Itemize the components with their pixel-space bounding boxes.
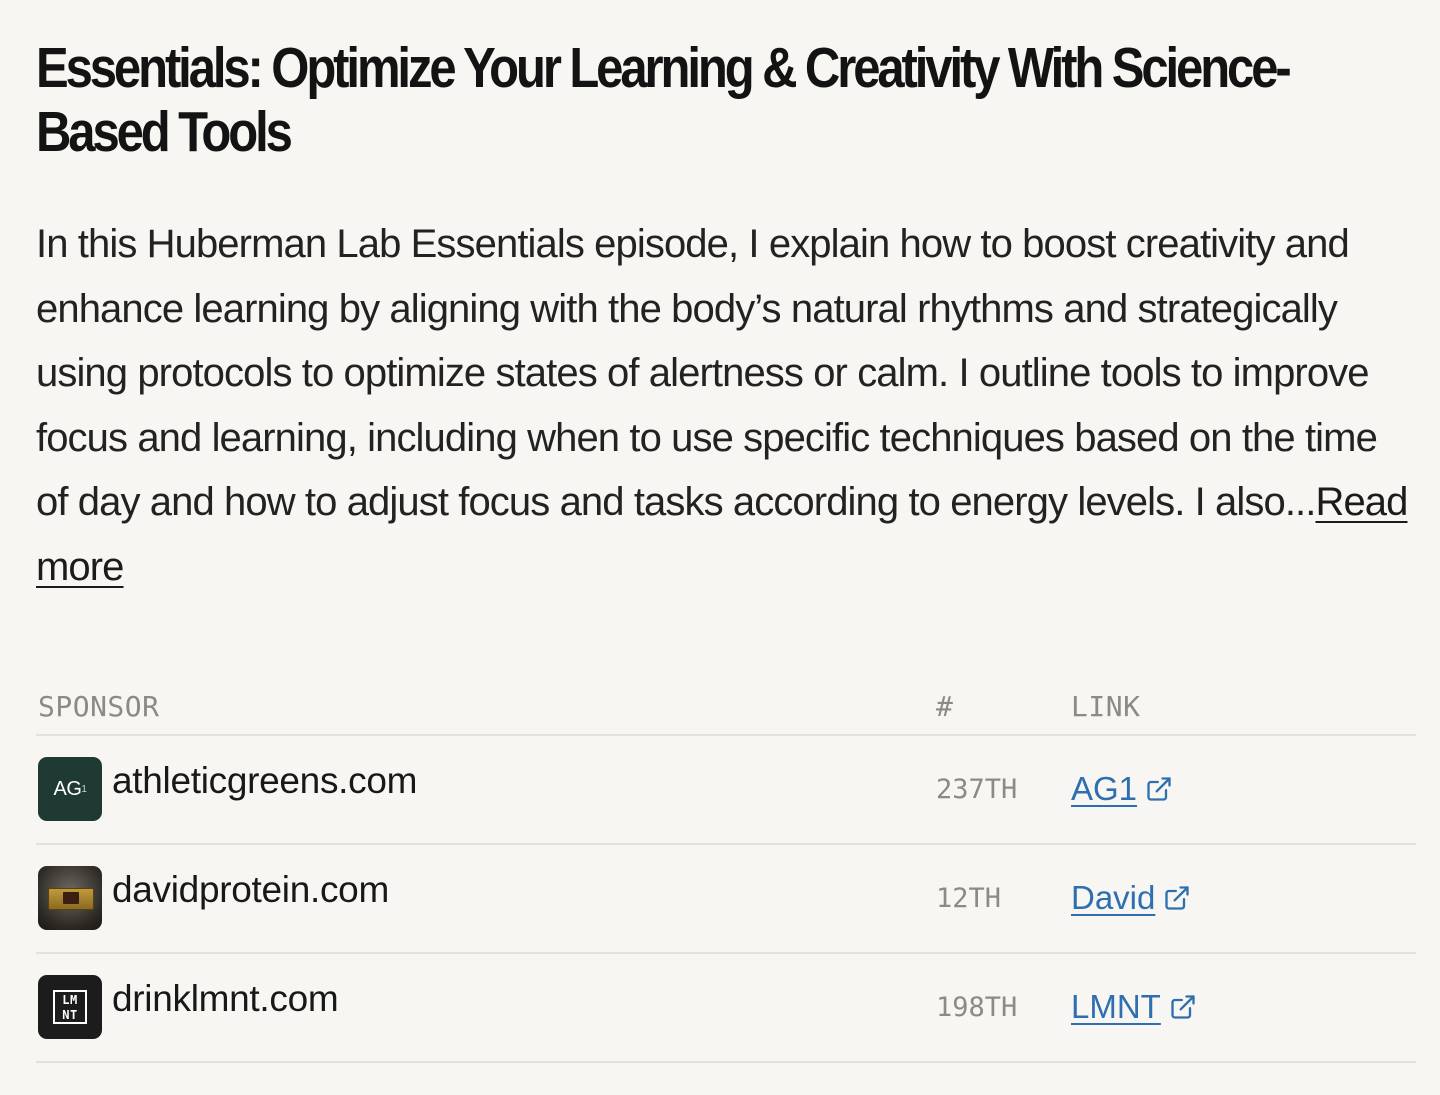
sponsor-link-label: AG1 — [1071, 770, 1138, 807]
sponsor-row: AG 1 athleticgreens.com 237TH AG1 — [36, 736, 1416, 845]
episode-title: Essentials: Optimize Your Learning & Cre… — [36, 36, 1292, 164]
lmnt-logo-mark: LM NT — [53, 990, 87, 1024]
sponsor-row: davidprotein.com 12TH David — [36, 845, 1416, 954]
ag1-logo-text: AG — [53, 777, 82, 800]
description-text: In this Huberman Lab Essentials episode,… — [36, 222, 1378, 524]
sponsors-table: SPONSOR # LINK AG 1 athleticgreens.com 23… — [36, 688, 1416, 1063]
ag1-logo-icon: AG 1 — [38, 757, 102, 821]
episode-description: In this Huberman Lab Essentials episode,… — [36, 212, 1416, 599]
sponsors-table-header: SPONSOR # LINK — [36, 688, 1416, 736]
sponsor-rank: 12TH — [936, 883, 1002, 914]
sponsor-domain: drinklmnt.com — [112, 978, 339, 1019]
header-link: LINK — [1071, 690, 1141, 723]
sponsor-link-david[interactable]: David — [1071, 879, 1191, 917]
sponsor-link-label: LMNT — [1071, 988, 1161, 1025]
header-sponsor: SPONSOR — [38, 690, 160, 723]
episode-page: Essentials: Optimize Your Learning & Cre… — [36, 0, 1416, 1095]
sponsor-row: LM NT drinklmnt.com 198TH LMNT — [36, 954, 1416, 1063]
external-link-icon — [1145, 775, 1173, 803]
sponsor-domain: davidprotein.com — [112, 869, 389, 910]
sponsor-domain: athleticgreens.com — [112, 760, 418, 801]
external-link-icon — [1169, 993, 1197, 1021]
external-link-icon — [1163, 884, 1191, 912]
lmnt-logo-text-bottom: NT — [62, 1008, 78, 1022]
lmnt-logo-icon: LM NT — [38, 975, 102, 1039]
sponsor-rank: 237TH — [936, 774, 1018, 805]
header-rank: # — [936, 690, 954, 723]
lmnt-logo-text-top: LM — [62, 993, 78, 1007]
sponsor-link-ag1[interactable]: AG1 — [1071, 770, 1173, 808]
david-protein-logo-icon — [38, 866, 102, 930]
sponsor-rank: 198TH — [936, 992, 1018, 1023]
sponsor-link-lmnt[interactable]: LMNT — [1071, 988, 1197, 1026]
sponsor-link-label: David — [1071, 879, 1156, 916]
protein-bar-image — [48, 888, 94, 910]
